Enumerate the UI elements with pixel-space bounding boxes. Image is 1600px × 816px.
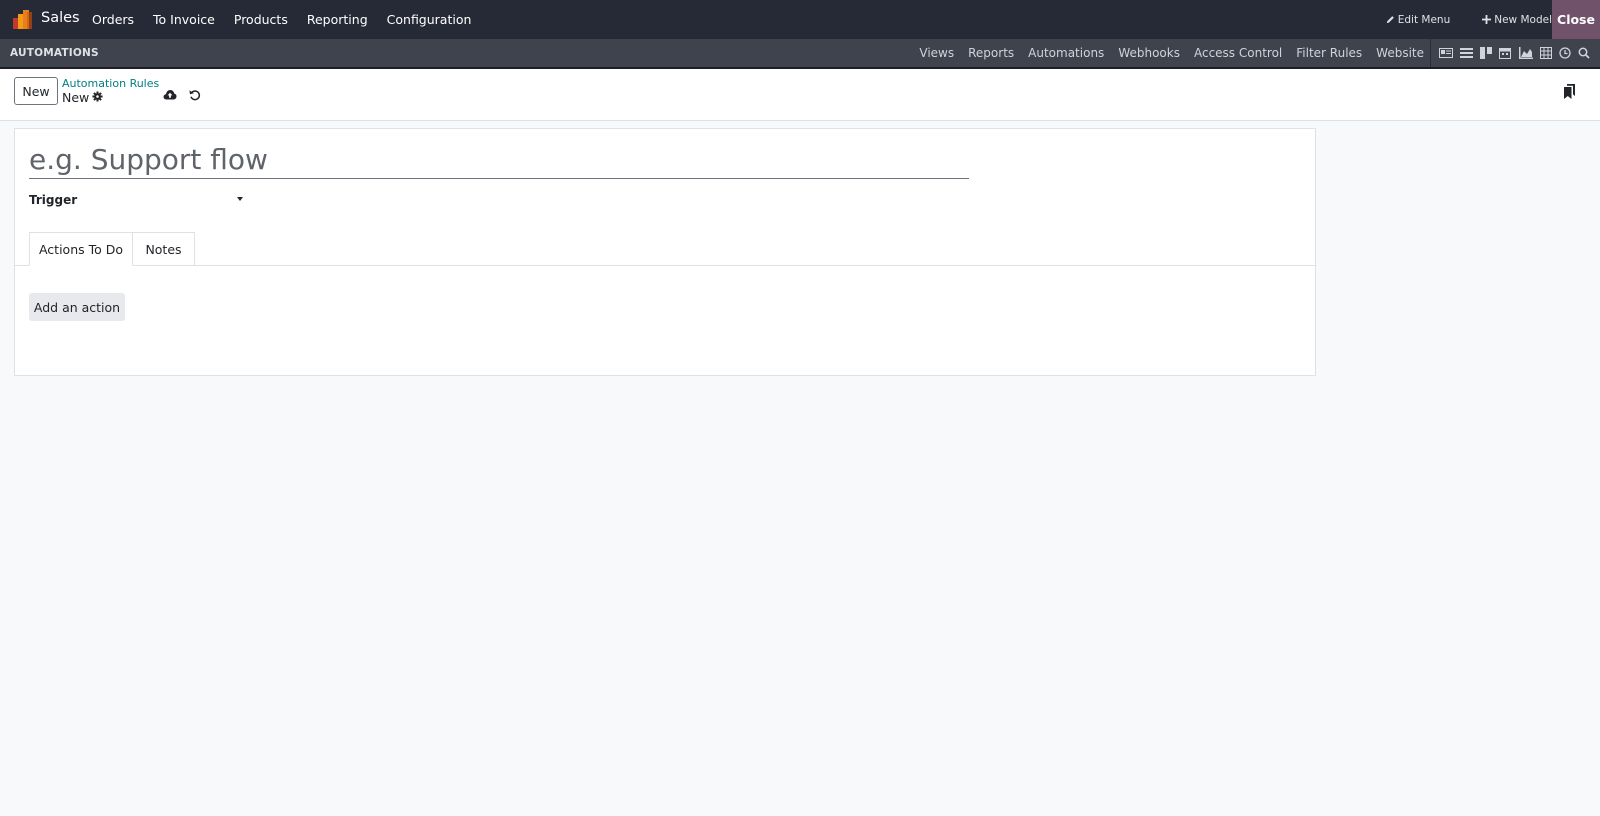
rule-name-input[interactable]: [29, 141, 969, 179]
menu-products[interactable]: Products: [234, 12, 288, 27]
trigger-label: Trigger: [29, 193, 78, 207]
trigger-select[interactable]: [135, 191, 245, 211]
pencil-icon: [1386, 16, 1394, 24]
control-panel: New Automation Rules New: [0, 69, 1600, 121]
studio-menu: Views Reports Automations Webhooks Acces…: [905, 39, 1424, 67]
studio-section-title: AUTOMATIONS: [10, 47, 99, 59]
activity-view-icon[interactable]: [1559, 47, 1571, 59]
menu-reporting[interactable]: Reporting: [307, 12, 368, 27]
tab-notes[interactable]: Notes: [133, 232, 195, 266]
bookmark-icon[interactable]: [1564, 84, 1575, 103]
plus-icon: [1482, 15, 1492, 24]
form-sheet: Trigger Actions To Do Notes Add an actio…: [14, 128, 1316, 376]
list-view-icon[interactable]: [1460, 47, 1474, 59]
main-navbar: Sales Orders To Invoice Products Reporti…: [0, 0, 1600, 39]
cloud-upload-icon[interactable]: [163, 89, 177, 104]
studio-menu-filter-rules[interactable]: Filter Rules: [1296, 46, 1362, 60]
new-button[interactable]: New: [14, 77, 58, 105]
menu-orders[interactable]: Orders: [92, 12, 134, 27]
breadcrumb-current: New: [62, 90, 90, 105]
calendar-view-icon[interactable]: [1499, 47, 1512, 59]
add-action-button[interactable]: Add an action: [29, 293, 125, 321]
view-switcher: [1430, 39, 1590, 67]
pivot-view-icon[interactable]: [1539, 47, 1552, 59]
menu-configuration[interactable]: Configuration: [387, 12, 472, 27]
gear-icon[interactable]: [92, 91, 103, 106]
studio-menu-website[interactable]: Website: [1376, 46, 1424, 60]
edit-menu-button[interactable]: Edit Menu: [1386, 13, 1451, 26]
graph-view-icon[interactable]: [1518, 47, 1533, 59]
caret-down-icon: [237, 197, 243, 201]
studio-menu-reports[interactable]: Reports: [968, 46, 1014, 60]
search-view-icon[interactable]: [1578, 47, 1590, 59]
menu-to-invoice[interactable]: To Invoice: [153, 12, 215, 27]
new-model-button[interactable]: New Model: [1482, 14, 1552, 26]
tabs-divider: [15, 265, 1315, 266]
studio-menu-automations[interactable]: Automations: [1028, 46, 1104, 60]
kanban-view-icon[interactable]: [1480, 47, 1493, 59]
discard-icon[interactable]: [189, 89, 201, 105]
studio-menu-webhooks[interactable]: Webhooks: [1118, 46, 1180, 60]
sales-app-icon[interactable]: [13, 9, 33, 29]
new-model-label: New Model: [1494, 13, 1552, 26]
breadcrumb-automation-rules[interactable]: Automation Rules: [62, 77, 159, 90]
app-name[interactable]: Sales: [41, 10, 80, 26]
form-view-icon[interactable]: [1439, 47, 1453, 59]
tab-actions-to-do[interactable]: Actions To Do: [29, 232, 133, 266]
top-menu: Orders To Invoice Products Reporting Con…: [92, 0, 490, 39]
close-studio-button[interactable]: Close: [1552, 0, 1600, 39]
studio-top-actions: Edit Menu New Model: [1354, 0, 1552, 39]
studio-subnav: AUTOMATIONS Views Reports Automations We…: [0, 39, 1600, 69]
edit-menu-label: Edit Menu: [1397, 13, 1451, 26]
studio-menu-access-control[interactable]: Access Control: [1194, 46, 1282, 60]
studio-menu-views[interactable]: Views: [919, 46, 954, 60]
